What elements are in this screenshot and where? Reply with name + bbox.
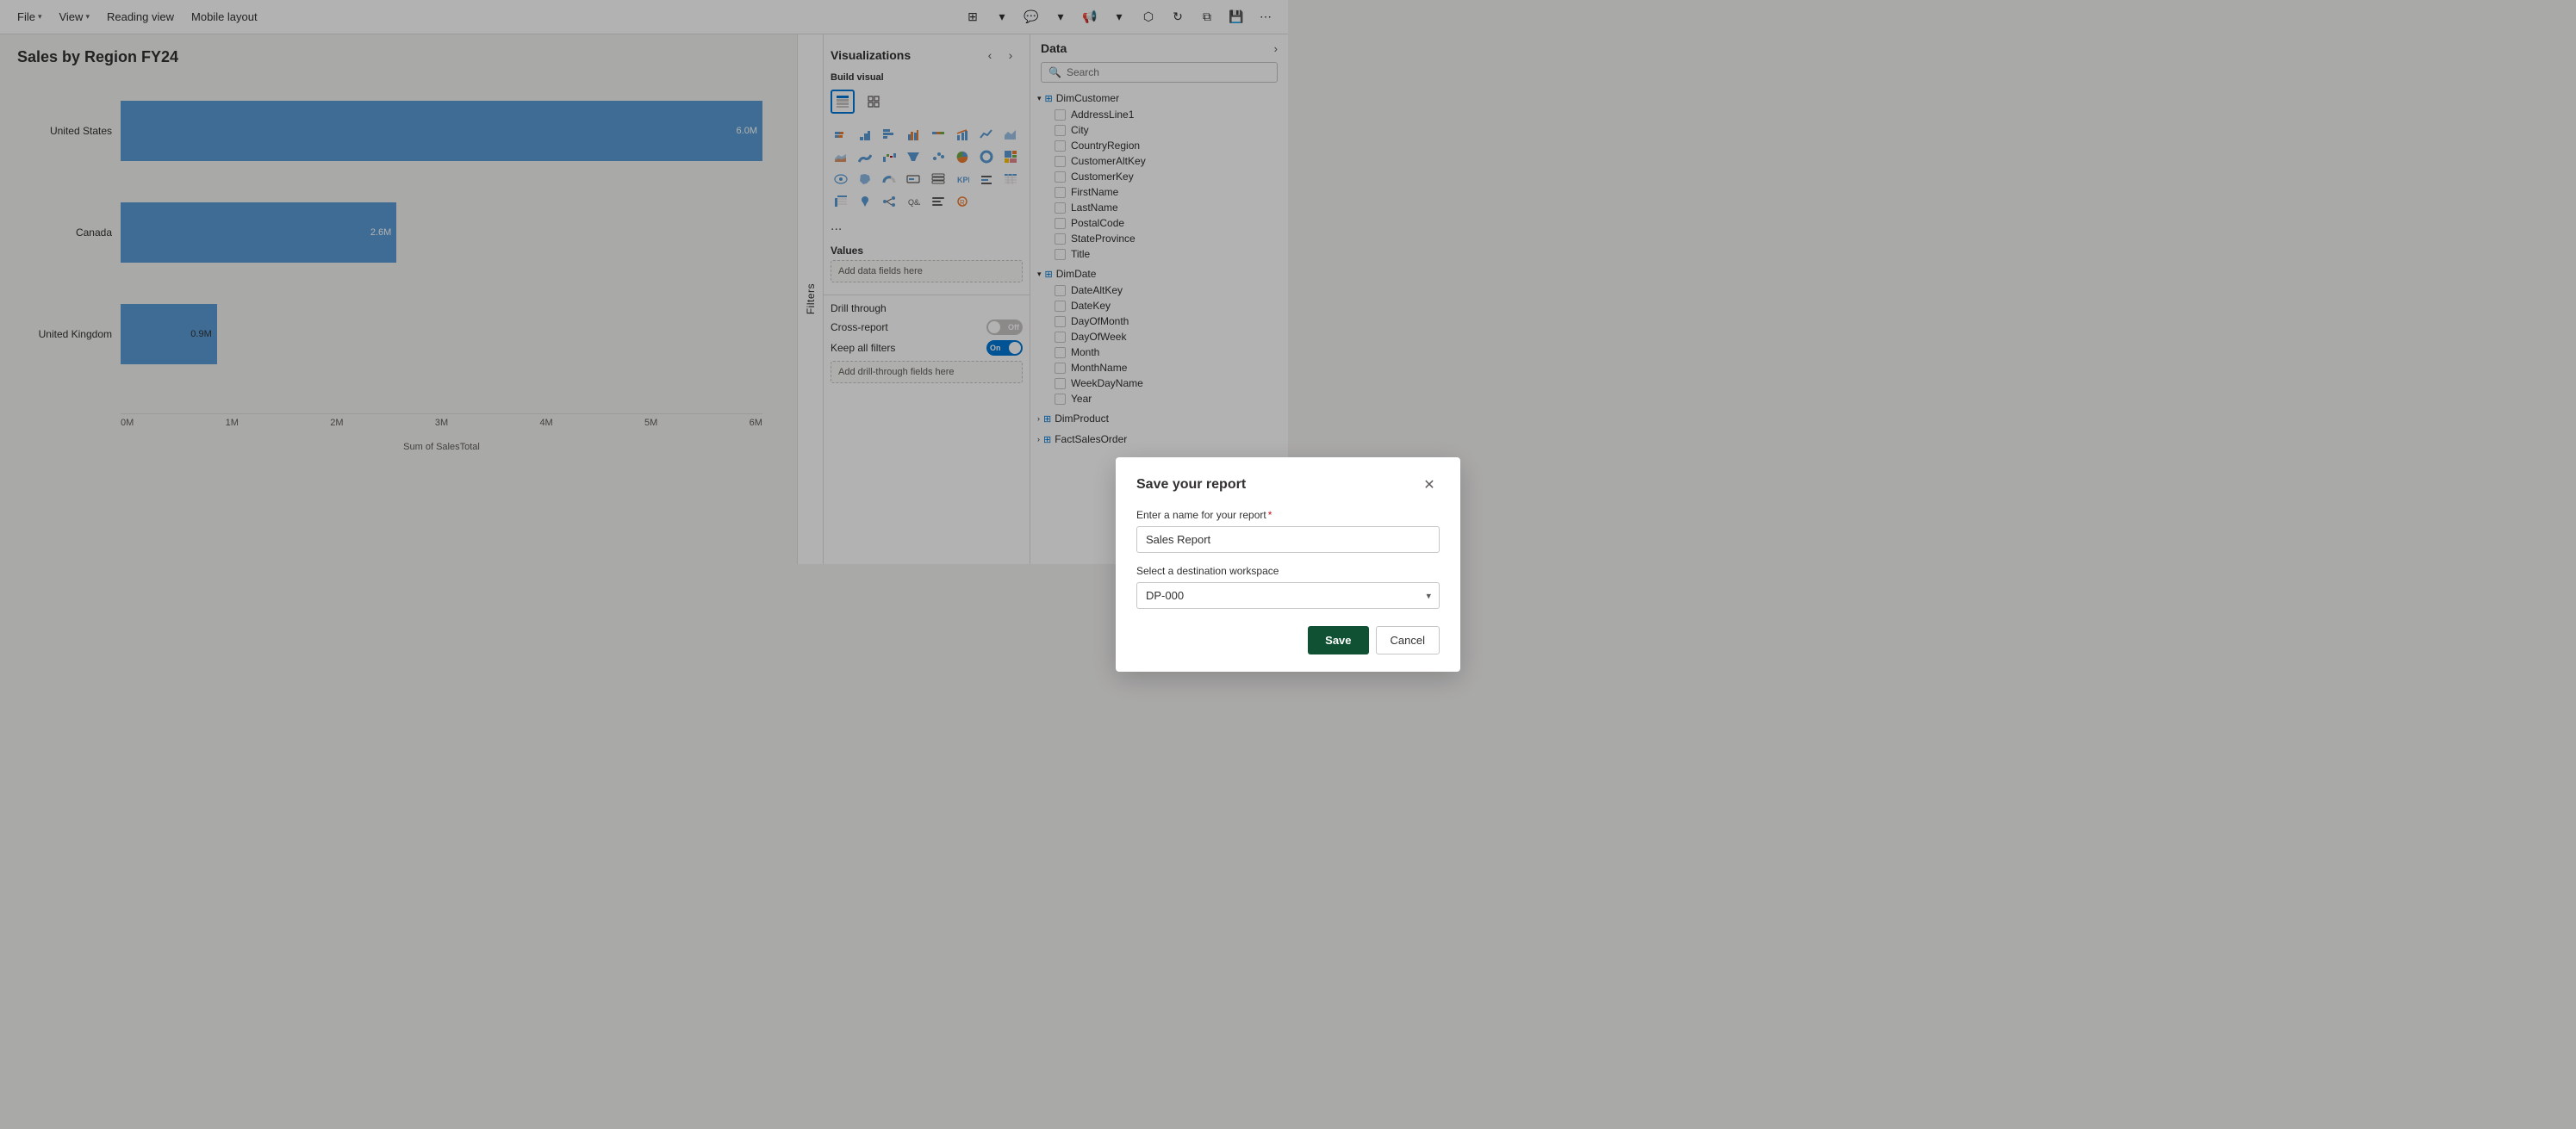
report-name-input[interactable] (1136, 526, 1440, 553)
save-button[interactable]: Save (1308, 626, 1368, 654)
dialog-footer: Save Cancel (1136, 626, 1440, 654)
dialog-header: Save your report ✕ (1136, 475, 1440, 495)
workspace-select[interactable]: DP-000 (1136, 582, 1440, 609)
name-field-label: Enter a name for your report* (1136, 509, 1440, 521)
workspace-field-label: Select a destination workspace (1136, 565, 1440, 577)
cancel-button[interactable]: Cancel (1376, 626, 1440, 654)
save-dialog: Save your report ✕ Enter a name for your… (1116, 457, 1460, 672)
dialog-title: Save your report (1136, 477, 1246, 493)
required-star: * (1268, 509, 1272, 521)
dialog-overlay: Save your report ✕ Enter a name for your… (0, 0, 2576, 1129)
dialog-close-btn[interactable]: ✕ (1419, 475, 1440, 495)
workspace-select-wrap: DP-000 ▾ (1136, 582, 1440, 609)
